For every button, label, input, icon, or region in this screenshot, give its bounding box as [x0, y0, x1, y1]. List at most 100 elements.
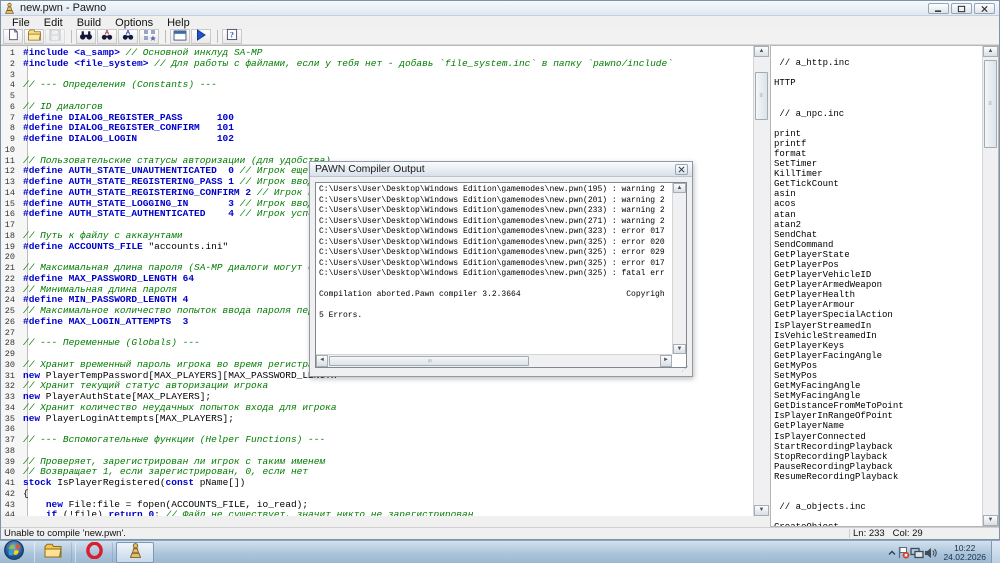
function-list-item[interactable]: // a_objects.inc: [774, 502, 981, 512]
function-list-item[interactable]: SetMyFacingAngle: [774, 391, 981, 401]
function-list-item[interactable]: GetPlayerName: [774, 421, 981, 431]
function-list-scrollbar[interactable]: ▲ ≡ ▼: [982, 46, 998, 526]
action-center-flag-icon[interactable]: [897, 546, 910, 559]
compiler-output-dialog: PAWN Compiler Output C:\Users\User\Deskt…: [309, 161, 693, 377]
function-list-item[interactable]: IsPlayerInRangeOfPoint: [774, 411, 981, 421]
goto-function-button[interactable]: [139, 29, 159, 44]
function-list-item[interactable]: IsVehicleStreamedIn: [774, 331, 981, 341]
compiler-output-line: C:\Users\User\Desktop\Windows Edition\ga…: [319, 269, 670, 280]
taskbar-clock[interactable]: 10:22 24.02.2026: [943, 544, 990, 562]
replace-button[interactable]: A: [118, 29, 138, 44]
function-list-item[interactable]: SendCommand: [774, 240, 981, 250]
editor-vertical-scrollbar[interactable]: ▲ ≡ ▼: [753, 46, 769, 516]
dialog-vertical-scrollbar[interactable]: ▲ ▼: [672, 183, 686, 354]
function-list-item[interactable]: IsPlayerStreamedIn: [774, 321, 981, 331]
show-desktop-button[interactable]: [991, 541, 1000, 563]
scroll-up-icon[interactable]: ▲: [673, 183, 686, 193]
function-list-item[interactable]: // a_npc.inc: [774, 109, 981, 119]
maximize-button[interactable]: [951, 3, 972, 14]
function-list-item[interactable]: GetTickCount: [774, 179, 981, 189]
minimize-button[interactable]: [928, 3, 949, 14]
scroll-right-icon[interactable]: ►: [660, 355, 672, 367]
function-list-item[interactable]: GetPlayerState: [774, 250, 981, 260]
new-file-button[interactable]: [3, 29, 23, 44]
hidden-icons-chevron-icon[interactable]: [887, 549, 897, 557]
function-list-item[interactable]: GetPlayerKeys: [774, 341, 981, 351]
compiler-output-text: C:\Users\User\Desktop\Windows Edition\ga…: [319, 185, 670, 353]
save-button[interactable]: [45, 29, 65, 44]
dialog-resize-grip[interactable]: ⋰: [679, 364, 691, 375]
line-number: 38: [1, 446, 23, 457]
editor-vscroll-thumb[interactable]: ≡: [755, 72, 768, 120]
function-list-item[interactable]: GetPlayerArmedWeapon: [774, 280, 981, 290]
open-folder-button[interactable]: [24, 29, 44, 44]
compiler-settings-button[interactable]: [170, 29, 190, 44]
line-number: 30: [1, 360, 23, 371]
compiler-output-textarea[interactable]: C:\Users\User\Desktop\Windows Edition\ga…: [315, 182, 687, 368]
clock-date: 24.02.2026: [943, 553, 986, 562]
scroll-down-icon[interactable]: ▼: [983, 515, 998, 526]
line-number: 10: [1, 145, 23, 156]
taskbar-button-explorer[interactable]: [34, 542, 72, 563]
line-number: 37: [1, 435, 23, 446]
volume-icon[interactable]: [924, 547, 937, 559]
taskbar-button-opera[interactable]: [75, 542, 113, 563]
maximize-icon: [957, 0, 966, 18]
function-list-item[interactable]: IsPlayerConnected: [774, 432, 981, 442]
function-list-item[interactable]: GetPlayerSpecialAction: [774, 310, 981, 320]
scroll-left-icon[interactable]: ◄: [316, 355, 328, 367]
start-button[interactable]: [3, 542, 24, 563]
function-list-item[interactable]: GetPlayerHealth: [774, 290, 981, 300]
function-list-item[interactable]: format: [774, 149, 981, 159]
help-button[interactable]: ?: [222, 29, 242, 44]
function-list-item[interactable]: HTTP: [774, 78, 981, 88]
function-list-item[interactable]: acos: [774, 199, 981, 209]
compiler-settings-icon: [173, 28, 187, 46]
dialog-title-bar[interactable]: PAWN Compiler Output: [310, 162, 692, 177]
function-list-item[interactable]: asin: [774, 189, 981, 199]
function-list-item[interactable]: StartRecordingPlayback: [774, 442, 981, 452]
line-number: 7: [1, 113, 23, 124]
dialog-horizontal-scrollbar[interactable]: ◄ ≡ ►: [316, 354, 672, 367]
line-number: 16: [1, 209, 23, 220]
function-list-item[interactable]: SendChat: [774, 230, 981, 240]
function-list-item[interactable]: atan: [774, 210, 981, 220]
taskbar-button-pawno[interactable]: [116, 542, 154, 563]
scroll-up-icon[interactable]: ▲: [754, 46, 769, 57]
scroll-up-icon[interactable]: ▲: [983, 46, 998, 57]
line-number: 28: [1, 338, 23, 349]
function-list-item[interactable]: CreateObject: [774, 522, 981, 526]
function-list-item[interactable]: GetPlayerFacingAngle: [774, 351, 981, 361]
svg-text:?: ?: [230, 30, 234, 39]
run-button[interactable]: [191, 29, 211, 44]
function-list-item[interactable]: GetPlayerVehicleID: [774, 270, 981, 280]
function-list-item[interactable]: PauseRecordingPlayback: [774, 462, 981, 472]
function-list-item[interactable]: GetPlayerArmour: [774, 300, 981, 310]
dialog-hscroll-thumb[interactable]: ≡: [329, 356, 529, 366]
function-list-item[interactable]: GetPlayerPos: [774, 260, 981, 270]
network-icon[interactable]: [910, 547, 924, 559]
title-bar[interactable]: new.pwn - Pawno: [1, 1, 999, 16]
line-number: 40: [1, 467, 23, 478]
find-button[interactable]: [76, 29, 96, 44]
dialog-title: PAWN Compiler Output: [315, 163, 425, 175]
function-list-item[interactable]: // a_http.inc: [774, 58, 981, 68]
function-list-item[interactable]: GetMyPos: [774, 361, 981, 371]
function-list-item[interactable]: GetMyFacingAngle: [774, 381, 981, 391]
function-list-item[interactable]: KillTimer: [774, 169, 981, 179]
function-list-item[interactable]: StopRecordingPlayback: [774, 452, 981, 462]
function-list-item[interactable]: SetTimer: [774, 159, 981, 169]
function-list-item[interactable]: GetDistanceFromMeToPoint: [774, 401, 981, 411]
function-list-blank: [774, 88, 981, 98]
function-list-item[interactable]: print: [774, 129, 981, 139]
find-next-button[interactable]: A: [97, 29, 117, 44]
function-list-item[interactable]: SetMyPos: [774, 371, 981, 381]
close-button[interactable]: [974, 3, 995, 14]
scroll-down-icon[interactable]: ▼: [754, 505, 769, 516]
function-list-scroll-thumb[interactable]: ≡: [984, 60, 997, 148]
function-list-item[interactable]: printf: [774, 139, 981, 149]
function-list-item[interactable]: atan2: [774, 220, 981, 230]
function-list-item[interactable]: ResumeRecordingPlayback: [774, 472, 981, 482]
dialog-close-button[interactable]: [675, 164, 688, 175]
scroll-down-icon[interactable]: ▼: [673, 344, 686, 354]
